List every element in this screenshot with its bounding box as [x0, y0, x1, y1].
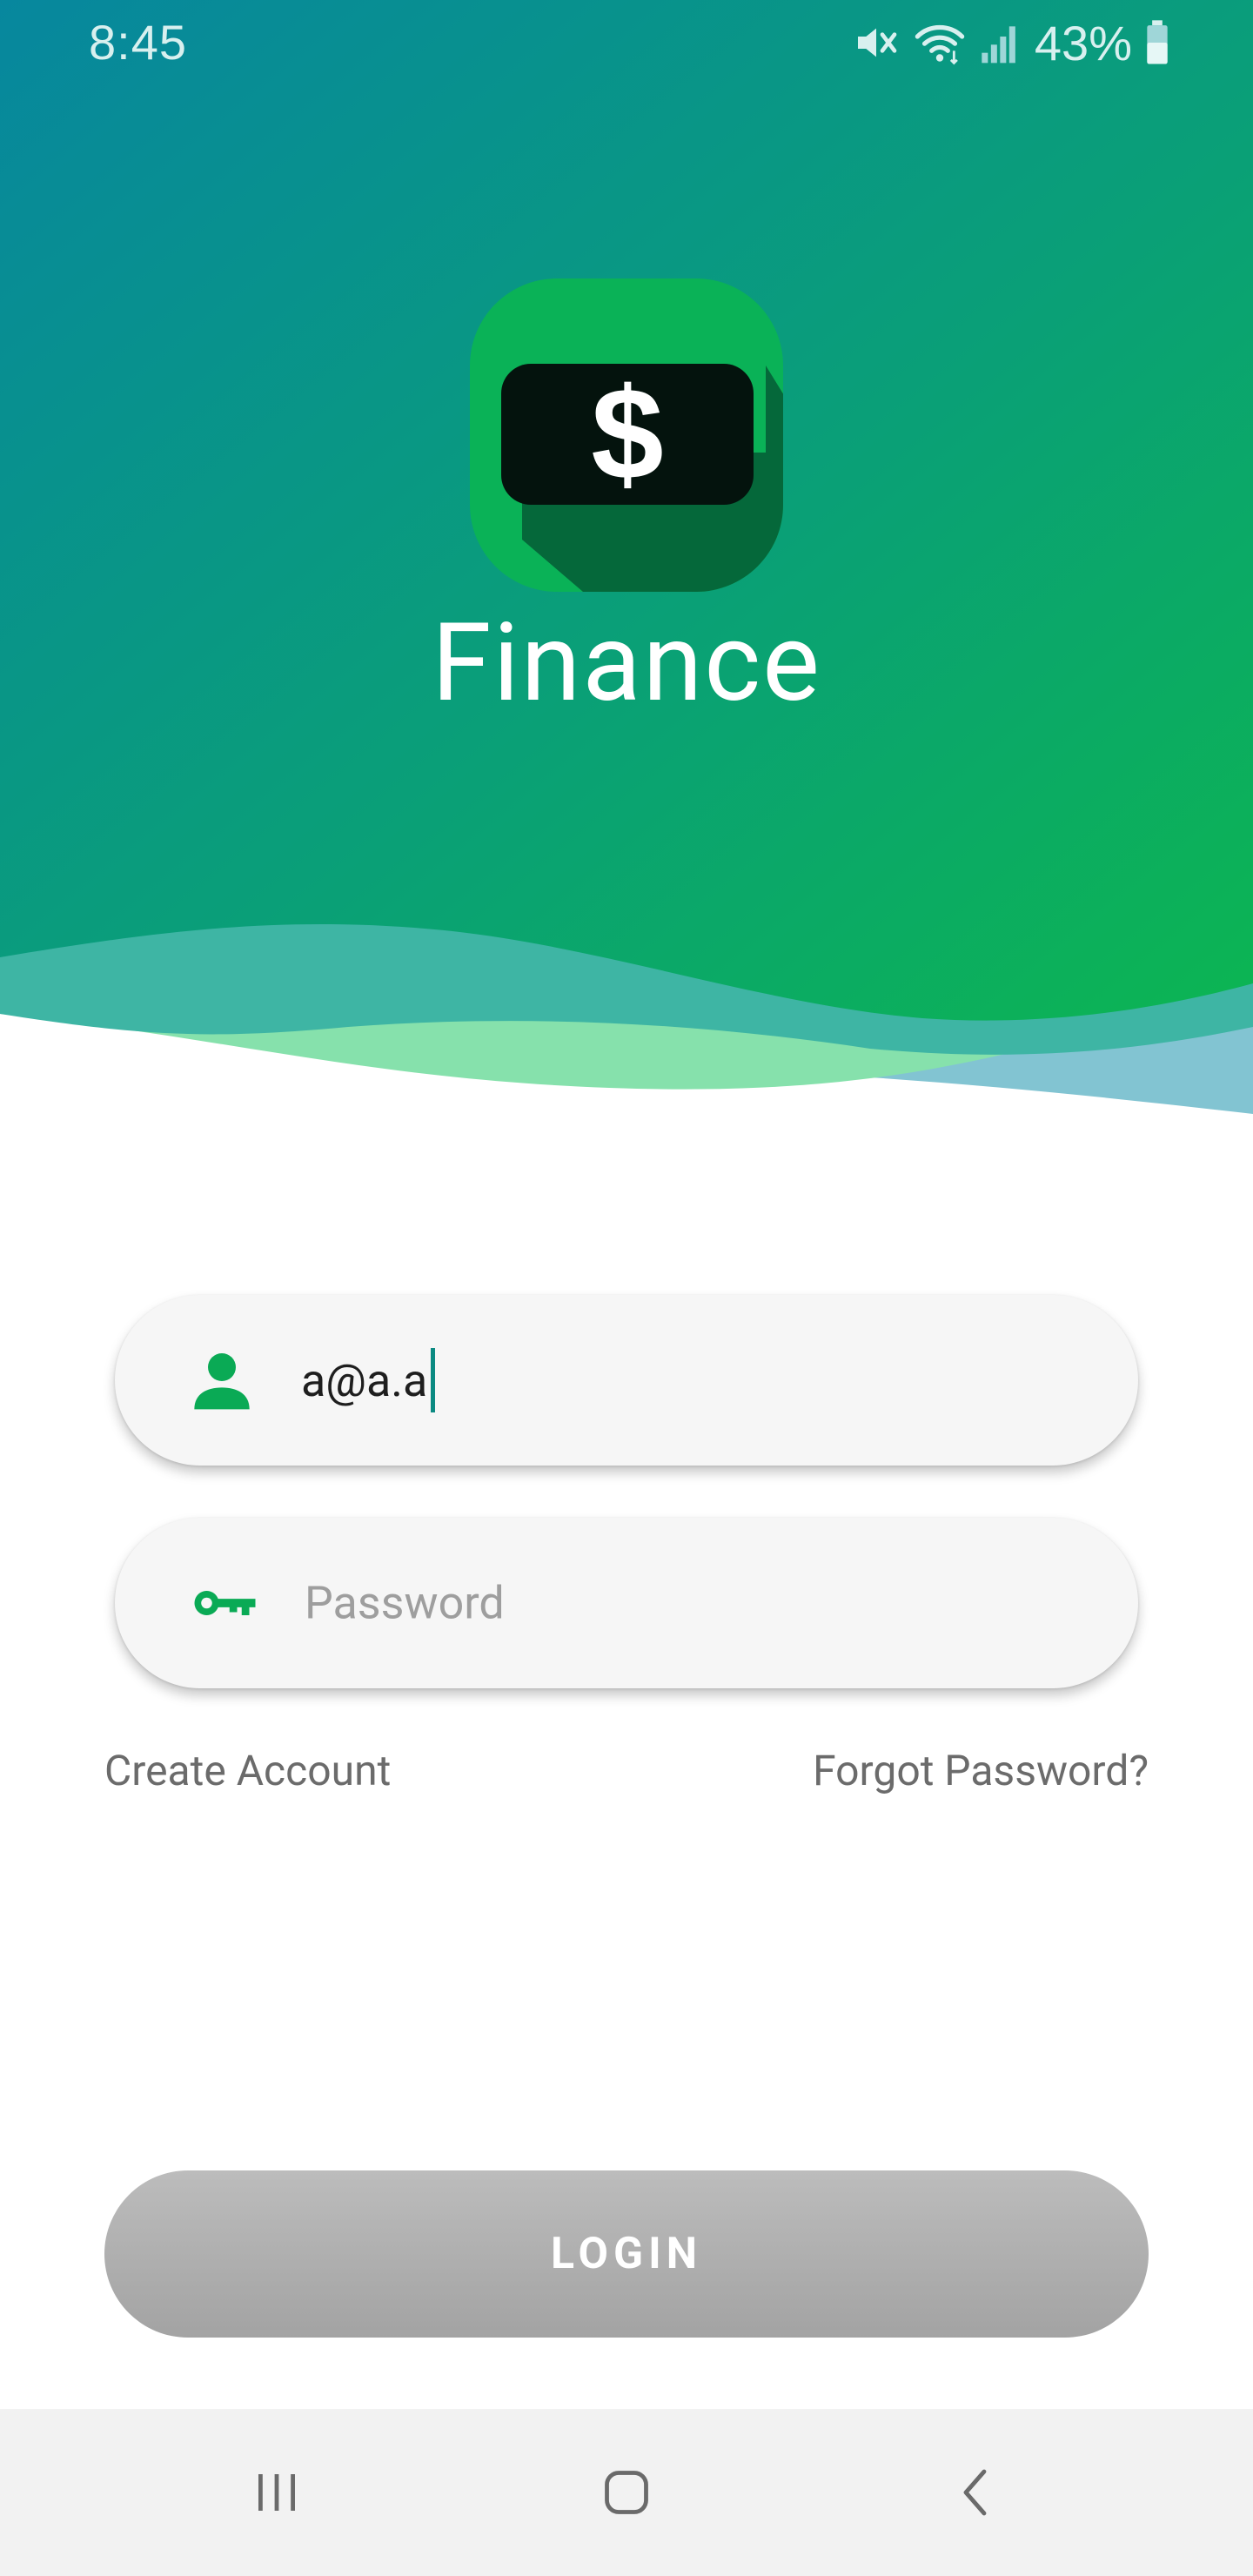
person-icon [183, 1341, 261, 1419]
status-time: 8:45 [89, 15, 187, 70]
create-account-link[interactable]: Create Account [104, 1746, 391, 1795]
password-field[interactable]: Password [115, 1518, 1138, 1688]
dollar-sign: $ [591, 360, 663, 506]
signal-icon [979, 18, 1017, 67]
login-screen: 8:45 43% $ Finance a@a.a Password Create… [0, 0, 1253, 2576]
app-logo: $ [470, 278, 783, 592]
header-banner: 8:45 43% $ Finance [0, 0, 1253, 1131]
key-icon [183, 1564, 261, 1642]
back-icon [963, 2469, 987, 2516]
login-button[interactable]: LOGIN [104, 2170, 1149, 2338]
text-caret [431, 1348, 436, 1412]
home-icon [605, 2471, 648, 2514]
status-bar: 8:45 43% [0, 0, 1253, 87]
wifi-icon [913, 18, 967, 67]
email-value: a@a.a [301, 1353, 428, 1407]
recents-icon [258, 2474, 295, 2511]
dollar-bill-icon: $ [470, 278, 783, 592]
password-input[interactable]: Password [305, 1577, 505, 1630]
status-icons: 43% [852, 14, 1170, 71]
navigation-bar [0, 2409, 1253, 2576]
email-input[interactable]: a@a.a [301, 1348, 436, 1412]
battery-percent: 43% [1034, 15, 1132, 70]
mute-icon [852, 18, 901, 67]
battery-icon [1144, 18, 1170, 67]
email-field[interactable]: a@a.a [115, 1295, 1138, 1466]
recents-button[interactable] [198, 2409, 355, 2576]
back-button[interactable] [898, 2409, 1055, 2576]
home-button[interactable] [548, 2409, 705, 2576]
forgot-password-link[interactable]: Forgot Password? [813, 1746, 1149, 1795]
app-title: Finance [432, 600, 821, 727]
